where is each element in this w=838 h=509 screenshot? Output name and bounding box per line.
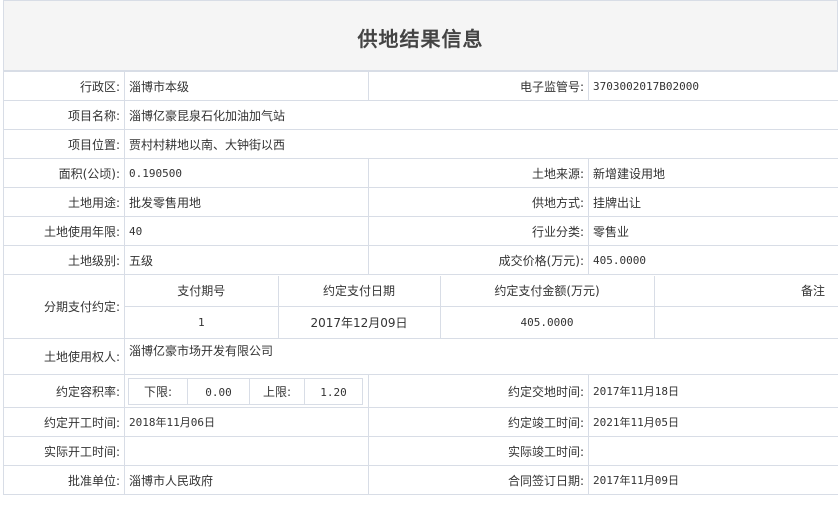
land-source-value: 新增建设用地 (588, 158, 838, 188)
land-grade-value: 五级 (124, 245, 369, 275)
actual-complete-label: 实际竣工时间: (368, 436, 589, 466)
installment-cell: 支付期号 约定支付日期 约定支付金额(万元) 备注 1 2017年12月09日 … (124, 274, 838, 339)
complete-time-label: 约定竣工时间: (368, 407, 589, 437)
area-value: 0.190500 (124, 158, 369, 188)
area-label: 面积(公顷): (3, 158, 125, 188)
supervision-no-label: 电子监管号: (368, 71, 589, 101)
district-value: 淄博市本级 (124, 71, 369, 101)
far-cell: 下限: 0.00 上限: 1.20 (124, 374, 369, 408)
land-grade-label: 土地级别: (3, 245, 125, 275)
table-row: 批准单位: 淄博市人民政府 合同签订日期: 2017年11月09日 (3, 465, 838, 495)
land-supply-result-page: 供地结果信息 行政区: 淄博市本级 电子监管号: 3703002017B0200… (0, 0, 838, 509)
use-years-value: 40 (124, 216, 369, 246)
right-holder-value: 淄博亿豪市场开发有限公司 (124, 338, 838, 375)
land-source-label: 土地来源: (368, 158, 589, 188)
start-time-value: 2018年11月06日 (124, 407, 369, 437)
start-time-label: 约定开工时间: (3, 407, 125, 437)
supervision-no-value: 3703002017B02000 (588, 71, 838, 101)
installment-col-date: 约定支付日期 (277, 275, 441, 307)
supply-method-label: 供地方式: (368, 187, 589, 217)
table-row: 土地使用年限: 40 行业分类: 零售业 (3, 216, 838, 246)
actual-complete-value (588, 436, 838, 466)
handover-time-label: 约定交地时间: (368, 374, 589, 408)
installment-col-amount: 约定支付金额(万元) (439, 275, 655, 307)
table-row: 项目位置: 贾村村耕地以南、大钟街以西 (3, 129, 838, 159)
installment-period: 1 (125, 306, 279, 338)
use-years-label: 土地使用年限: (3, 216, 125, 246)
installment-table: 支付期号 约定支付日期 约定支付金额(万元) 备注 1 2017年12月09日 … (125, 275, 838, 338)
industry-value: 零售业 (588, 216, 838, 246)
installment-label: 分期支付约定: (3, 274, 125, 339)
deal-price-value: 405.0000 (588, 245, 838, 275)
info-table: 行政区: 淄博市本级 电子监管号: 3703002017B02000 项目名称:… (3, 71, 838, 495)
industry-label: 行业分类: (368, 216, 589, 246)
installment-amount: 405.0000 (439, 306, 655, 338)
project-location-label: 项目位置: (3, 129, 125, 159)
far-label: 约定容积率: (3, 374, 125, 408)
table-row: 约定容积率: 下限: 0.00 上限: 1.20 约定交地时间: 2017年11… (3, 374, 838, 408)
project-location-value: 贾村村耕地以南、大钟街以西 (124, 129, 838, 159)
actual-start-value (124, 436, 369, 466)
supply-method-value: 挂牌出让 (588, 187, 838, 217)
table-row: 土地级别: 五级 成交价格(万元): 405.0000 (3, 245, 838, 275)
installment-header-row: 支付期号 约定支付日期 约定支付金额(万元) 备注 (125, 275, 838, 307)
approval-unit-label: 批准单位: (3, 465, 125, 495)
table-row: 分期支付约定: 支付期号 约定支付日期 约定支付金额(万元) 备注 1 2017… (3, 274, 838, 339)
handover-time-value: 2017年11月18日 (588, 374, 838, 408)
table-row: 土地用途: 批发零售用地 供地方式: 挂牌出让 (3, 187, 838, 217)
table-row: 实际开工时间: 实际竣工时间: (3, 436, 838, 466)
contract-date-value: 2017年11月09日 (588, 465, 838, 495)
table-row: 约定开工时间: 2018年11月06日 约定竣工时间: 2021年11月05日 (3, 407, 838, 437)
far-lower-label: 下限: (128, 377, 188, 405)
district-label: 行政区: (3, 71, 125, 101)
approval-unit-value: 淄博市人民政府 (124, 465, 369, 495)
installment-date: 2017年12月09日 (277, 306, 441, 338)
complete-time-value: 2021年11月05日 (588, 407, 838, 437)
far-range: 下限: 0.00 上限: 1.20 (128, 376, 368, 407)
contract-date-label: 合同签订日期: (368, 465, 589, 495)
deal-price-label: 成交价格(万元): (368, 245, 589, 275)
installment-col-period: 支付期号 (125, 275, 279, 307)
land-use-value: 批发零售用地 (124, 187, 369, 217)
page-title: 供地结果信息 (357, 27, 484, 51)
table-row: 项目名称: 淄博亿豪昆泉石化加油加气站 (3, 100, 838, 130)
installment-col-remark: 备注 (653, 275, 838, 307)
table-row: 行政区: 淄博市本级 电子监管号: 3703002017B02000 (3, 71, 838, 101)
installment-remark (653, 306, 838, 338)
land-use-label: 土地用途: (3, 187, 125, 217)
project-name-label: 项目名称: (3, 100, 125, 130)
page-header: 供地结果信息 (3, 0, 838, 71)
far-lower-value: 0.00 (188, 377, 250, 405)
table-row: 面积(公顷): 0.190500 土地来源: 新增建设用地 (3, 158, 838, 188)
actual-start-label: 实际开工时间: (3, 436, 125, 466)
far-upper-value: 1.20 (305, 377, 363, 405)
installment-row: 1 2017年12月09日 405.0000 (125, 306, 838, 338)
table-row: 土地使用权人: 淄博亿豪市场开发有限公司 (3, 338, 838, 375)
right-holder-label: 土地使用权人: (3, 338, 125, 375)
project-name-value: 淄博亿豪昆泉石化加油加气站 (124, 100, 838, 130)
far-upper-label: 上限: (250, 377, 305, 405)
